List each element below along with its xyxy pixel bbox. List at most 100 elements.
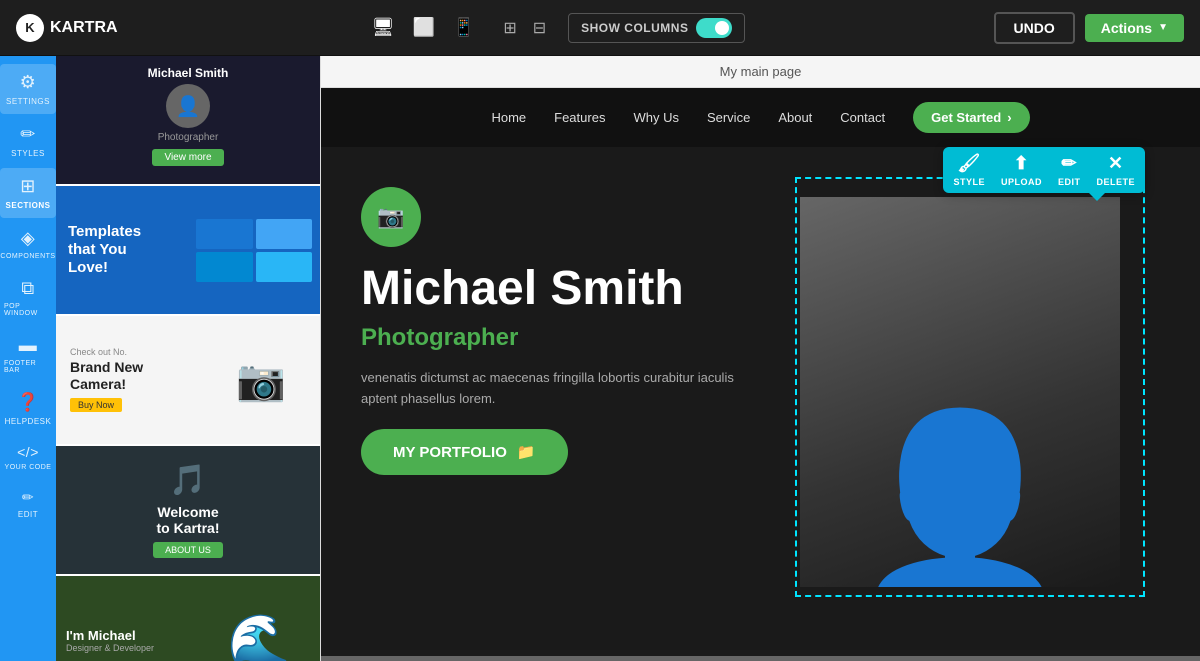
actions-label: Actions — [1101, 20, 1152, 36]
template-card-1[interactable]: Michael Smith 👤 Photographer View more — [56, 56, 320, 186]
template-4-btn[interactable]: ABOUT US — [153, 542, 223, 558]
context-edit-button[interactable]: ✏ EDIT — [1058, 153, 1081, 187]
portfolio-button[interactable]: MY PORTFOLIO 📁 — [361, 429, 568, 475]
your-code-icon: </> — [17, 444, 39, 460]
hero-name: Michael Smith — [361, 263, 800, 316]
show-columns-control: SHOW COLUMNS — [568, 13, 745, 43]
template-4-image: 🎵 — [153, 463, 223, 498]
template-3-tagline: Check out No. — [70, 347, 188, 357]
sidebar-item-pop-window[interactable]: ⧉ POP WINDOW — [0, 270, 56, 325]
undo-button[interactable]: UNDO — [994, 12, 1075, 44]
template-3-title: Brand NewCamera! — [70, 359, 188, 393]
template-1-btn[interactable]: View more — [152, 149, 223, 166]
nav-service[interactable]: Service — [707, 110, 750, 125]
nav-cta-button[interactable]: Get Started › — [913, 102, 1029, 133]
actions-button[interactable]: Actions ▼ — [1085, 14, 1184, 42]
nav-home[interactable]: Home — [491, 110, 526, 125]
hero-text: 📷 Michael Smith Photographer venenatis d… — [361, 187, 800, 475]
sidebar-item-footer-bar[interactable]: ▬ FOOTER BAR — [0, 327, 56, 382]
device-icons: 🖥 ⬜ 📱 — [366, 13, 482, 42]
topbar: K KARTRA 🖥 ⬜ 📱 ⊞ ⊟ SHOW COLUMNS UNDO — [0, 0, 1200, 56]
template-1-title: Photographer — [64, 132, 312, 143]
context-style-button[interactable]: 🖌 STYLE — [953, 153, 985, 187]
template-5-content: I'm Michael Designer & Developer — [56, 618, 198, 661]
nav-cta-label: Get Started — [931, 110, 1001, 125]
sidebar-item-components[interactable]: ◈ COMPONENTS — [0, 220, 56, 268]
context-delete-button[interactable]: ✕ DELETE — [1096, 153, 1135, 187]
nav-cta-arrow-icon: › — [1007, 110, 1011, 125]
template-5-title: Designer & Developer — [66, 643, 188, 653]
nav-about[interactable]: About — [778, 110, 812, 125]
context-upload-button[interactable]: ⬆ UPLOAD — [1001, 153, 1042, 187]
template-3-content: Check out No. Brand NewCamera! Buy Now — [56, 337, 202, 424]
context-toolbar: 🖌 STYLE ⬆ UPLOAD ✏ EDIT ✕ DELETE — [943, 147, 1145, 193]
sidebar-item-components-label: COMPONENTS — [0, 253, 55, 260]
sidebar-item-styles[interactable]: ✏ STYLES — [0, 116, 56, 166]
nav-contact[interactable]: Contact — [840, 110, 885, 125]
helpdesk-icon: ❓ — [17, 392, 40, 413]
nav-why-us[interactable]: Why Us — [633, 110, 679, 125]
page-label: My main page — [321, 56, 1200, 88]
topbar-right: UNDO Actions ▼ — [994, 12, 1184, 44]
template-2-content: Templatesthat YouLove! — [56, 211, 196, 289]
sidebar-item-pop-window-label: POP WINDOW — [4, 303, 52, 317]
settings-icon: ⚙ — [20, 72, 37, 93]
hero-photo-container: 👤 — [800, 197, 1120, 587]
mobile-icon: 📱 — [453, 17, 475, 38]
context-delete-label: DELETE — [1096, 177, 1135, 187]
sidebar-item-your-code[interactable]: </> YOUR CODE — [0, 436, 56, 479]
tablet-view-button[interactable]: ⬜ — [406, 13, 440, 42]
hero-camera-icon: 📷 — [361, 187, 421, 247]
desktop-icon: 🖥 — [372, 17, 395, 38]
sidebar-item-sections[interactable]: ⊞ SECTIONS — [0, 168, 56, 218]
canvas-content: Home Features Why Us Service About Conta… — [321, 88, 1200, 656]
template-2-grid — [196, 219, 320, 282]
template-1-avatar: 👤 — [166, 84, 210, 128]
style-brush-icon: 🖌 — [958, 153, 981, 174]
edit-icon: ✏ — [22, 489, 34, 506]
template-3-btn[interactable]: Buy Now — [70, 398, 122, 412]
sections-icon: ⊞ — [20, 176, 36, 197]
sidebar-item-sections-label: SECTIONS — [6, 201, 51, 210]
hero-photo: 👤 — [800, 167, 1140, 587]
show-columns-toggle[interactable] — [696, 18, 732, 38]
footer-bar-icon: ▬ — [19, 335, 38, 356]
sidebar: ⚙ SETTINGS ✏ STYLES ⊞ SECTIONS ◈ COMPONE… — [0, 56, 56, 661]
sidebar-item-settings[interactable]: ⚙ SETTINGS — [0, 64, 56, 114]
hero-section: 📷 Michael Smith Photographer venenatis d… — [321, 147, 1200, 587]
template-card-2[interactable]: Templatesthat YouLove! — [56, 186, 320, 316]
show-columns-label: SHOW COLUMNS — [581, 21, 688, 35]
styles-icon: ✏ — [20, 124, 36, 145]
sidebar-item-edit[interactable]: ✏ EDIT — [0, 481, 56, 527]
template-3-image: 📷 — [202, 357, 320, 404]
hero-subtitle: Photographer — [361, 324, 800, 352]
column-layout-button[interactable]: ⊟ — [527, 14, 552, 42]
grid-layout-button[interactable]: ⊞ — [497, 14, 522, 42]
sidebar-item-helpdesk[interactable]: ❓ HELPDESK — [0, 384, 56, 434]
nav-features[interactable]: Features — [554, 110, 605, 125]
edit-pencil-icon: ✏ — [1061, 153, 1077, 174]
actions-chevron-icon: ▼ — [1158, 22, 1168, 33]
logo-icon: K — [16, 14, 44, 42]
mobile-view-button[interactable]: 📱 — [447, 13, 481, 42]
template-card-5[interactable]: I'm Michael Designer & Developer 🌊 — [56, 576, 320, 661]
person-silhouette: 👤 — [848, 417, 1072, 587]
template-card-3[interactable]: Check out No. Brand NewCamera! Buy Now 📷 — [56, 316, 320, 446]
components-icon: ◈ — [21, 228, 35, 249]
site-nav: Home Features Why Us Service About Conta… — [321, 88, 1200, 147]
template-card-4[interactable]: 🎵 Welcometo Kartra! ABOUT US — [56, 446, 320, 576]
desktop-view-button[interactable]: 🖥 — [366, 13, 401, 42]
pop-window-icon: ⧉ — [21, 278, 34, 299]
topbar-left: K KARTRA — [16, 14, 118, 42]
canvas-area: My main page Home Features Why Us Servic… — [321, 56, 1200, 661]
portfolio-button-icon: 📁 — [517, 443, 536, 461]
layout-icons: ⊞ ⊟ — [497, 14, 552, 42]
template-5-image: 🌊 — [198, 611, 320, 661]
hero-description: venenatis dictumst ac maecenas fringilla… — [361, 368, 741, 410]
sidebar-item-settings-label: SETTINGS — [6, 97, 50, 106]
sidebar-item-styles-label: STYLES — [11, 149, 45, 158]
context-edit-label: EDIT — [1058, 177, 1081, 187]
template-1-name: Michael Smith — [64, 66, 312, 80]
template-4-content: 🎵 Welcometo Kartra! ABOUT US — [143, 453, 233, 568]
upload-icon: ⬆ — [1014, 153, 1030, 174]
